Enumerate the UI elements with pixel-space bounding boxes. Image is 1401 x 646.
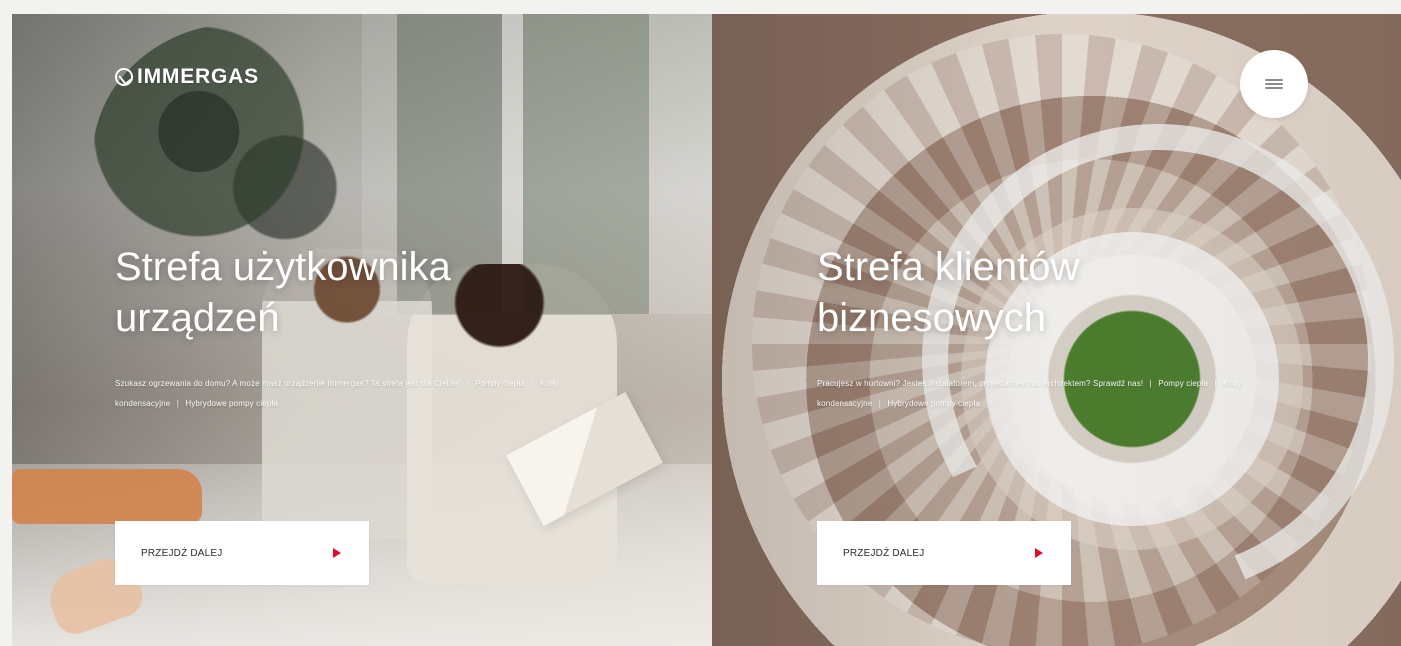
play-arrow-icon: [333, 548, 341, 558]
background-cushion: [12, 469, 202, 524]
separator: |: [176, 399, 179, 409]
separator: |: [1149, 379, 1152, 389]
user-zone-content: Strefa użytkownika urządzeń Szukasz ogrz…: [115, 242, 635, 414]
separator: |: [466, 379, 469, 389]
user-zone-panel[interactable]: IMMERGAS Strefa użytkownika urządzeń Szu…: [12, 14, 712, 646]
brand-icon: [115, 68, 133, 86]
user-zone-description: Szukasz ogrzewania do domu? A może masz …: [115, 374, 585, 414]
separator: |: [531, 379, 534, 389]
menu-icon: [1265, 79, 1283, 89]
user-zone-cta-label: PRZEJDŹ DALEJ: [141, 547, 223, 559]
business-zone-intro: Pracujesz w hurtowni? Jesteś instalatore…: [817, 379, 1144, 389]
business-zone-cta-label: PRZEJDŹ DALEJ: [843, 547, 925, 559]
business-zone-panel[interactable]: Strefa klientów biznesowych Pracujesz w …: [712, 14, 1401, 646]
user-zone-link-hybrid-heat-pumps[interactable]: Hybrydowe pompy ciepła: [185, 399, 278, 408]
business-zone-title: Strefa klientów biznesowych: [817, 245, 1080, 341]
landing-page: IMMERGAS Strefa użytkownika urządzeń Szu…: [12, 14, 1401, 646]
user-zone-link-heat-pumps[interactable]: Pompy ciepła: [475, 379, 525, 388]
user-zone-cta-button[interactable]: PRZEJDŹ DALEJ: [115, 521, 369, 585]
separator: |: [878, 399, 881, 409]
brand-logo[interactable]: IMMERGAS: [115, 65, 259, 89]
business-zone-link-heat-pumps[interactable]: Pompy ciepła: [1158, 379, 1208, 388]
separator: |: [1214, 379, 1217, 389]
user-zone-title: Strefa użytkownika urządzeń: [115, 245, 451, 341]
menu-button[interactable]: [1240, 50, 1308, 118]
user-zone-intro: Szukasz ogrzewania do domu? A może masz …: [115, 379, 461, 389]
brand-name: IMMERGAS: [137, 65, 259, 88]
business-zone-description: Pracujesz w hurtowni? Jesteś instalatore…: [817, 374, 1287, 414]
business-zone-content: Strefa klientów biznesowych Pracujesz w …: [817, 242, 1307, 414]
business-zone-cta-button[interactable]: PRZEJDŹ DALEJ: [817, 521, 1071, 585]
play-arrow-icon: [1035, 548, 1043, 558]
business-zone-link-hybrid-heat-pumps[interactable]: Hybrydowe pompy ciepła: [887, 399, 980, 408]
